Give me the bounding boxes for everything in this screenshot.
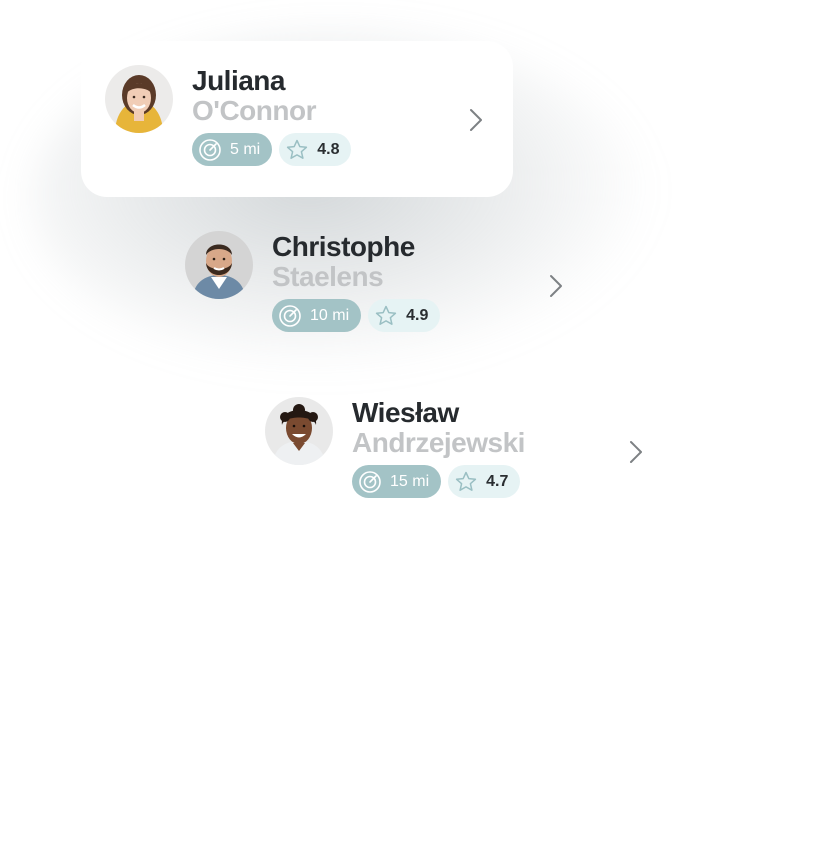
people-list: Juliana O'Connor 5 mi 4.8 Christophe Sta… bbox=[0, 0, 814, 860]
badge-row: 5 mi 4.8 bbox=[192, 133, 352, 166]
star-icon bbox=[285, 138, 309, 162]
last-name: Andrzejewski bbox=[352, 427, 525, 458]
rating-value: 4.9 bbox=[406, 306, 429, 324]
chevron-right-icon[interactable] bbox=[465, 105, 485, 135]
distance-value: 10 mi bbox=[310, 306, 350, 324]
distance-badge: 5 mi bbox=[192, 133, 273, 166]
badge-row: 15 mi 4.7 bbox=[352, 465, 521, 498]
distance-badge: 10 mi bbox=[272, 299, 362, 332]
avatar bbox=[265, 397, 333, 465]
target-icon bbox=[358, 470, 382, 494]
person-card[interactable]: Christophe Staelens 10 mi 4.9 bbox=[161, 207, 593, 363]
distance-value: 15 mi bbox=[390, 472, 430, 490]
target-icon bbox=[198, 138, 222, 162]
first-name: Christophe bbox=[272, 231, 415, 262]
rating-value: 4.8 bbox=[317, 140, 340, 158]
rating-badge: 4.8 bbox=[279, 133, 352, 166]
last-name: Staelens bbox=[272, 261, 384, 292]
last-name: O'Connor bbox=[192, 95, 316, 126]
chevron-right-icon[interactable] bbox=[625, 437, 645, 467]
avatar bbox=[105, 65, 173, 133]
rating-value: 4.7 bbox=[486, 472, 509, 490]
badge-row: 10 mi 4.9 bbox=[272, 299, 441, 332]
person-card[interactable]: Juliana O'Connor 5 mi 4.8 bbox=[81, 41, 513, 197]
rating-badge: 4.7 bbox=[448, 465, 521, 498]
distance-badge: 15 mi bbox=[352, 465, 442, 498]
star-icon bbox=[454, 470, 478, 494]
target-icon bbox=[278, 304, 302, 328]
rating-badge: 4.9 bbox=[368, 299, 441, 332]
star-icon bbox=[374, 304, 398, 328]
avatar bbox=[185, 231, 253, 299]
first-name: Juliana bbox=[192, 65, 285, 96]
person-card[interactable]: Wiesław Andrzejewski 15 mi 4.7 bbox=[241, 373, 673, 529]
distance-value: 5 mi bbox=[230, 140, 261, 158]
chevron-right-icon[interactable] bbox=[545, 271, 565, 301]
first-name: Wiesław bbox=[352, 397, 459, 428]
